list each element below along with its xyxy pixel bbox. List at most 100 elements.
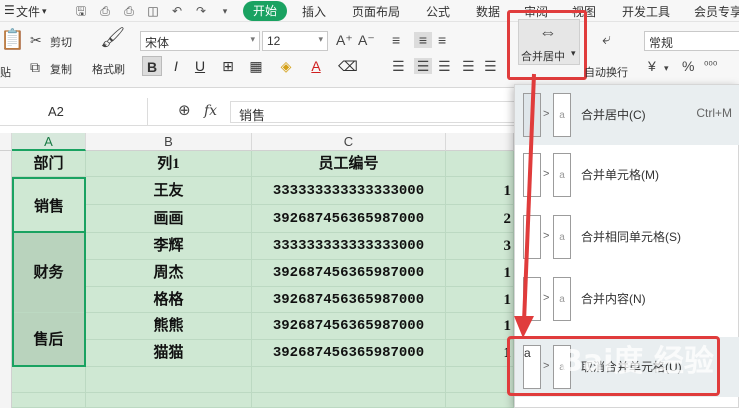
empty-cell[interactable] [446,367,514,393]
empty-cell[interactable] [252,367,446,393]
table-cell-id[interactable]: 392687456365987000 [252,313,446,340]
print-icon[interactable]: ⎙ [122,4,136,18]
distribute-icon[interactable]: ☰ [484,58,497,74]
chevron-down-icon[interactable]: ▾ [571,48,576,59]
zoom-icon[interactable]: ⊕ [178,103,191,119]
fx-button[interactable]: fx [204,103,217,119]
align-top-icon[interactable]: ≡ [392,32,400,48]
table-cell-id[interactable]: 333333333333333000 [252,177,446,205]
column-header-d[interactable] [446,133,514,151]
underline-button[interactable]: U [190,56,210,76]
merged-cell-sales[interactable]: 销售 [12,177,86,233]
chevron-down-icon[interactable]: ▾ [42,6,47,17]
table-cell-id[interactable]: 333333333333333000 [252,233,446,260]
formula-input[interactable]: 销售 [230,101,520,123]
align-bottom-icon[interactable]: ≡ [438,32,446,48]
column-header-b[interactable]: B [86,133,252,151]
eraser-icon[interactable]: ⌫ [338,56,358,76]
auto-wrap-button[interactable]: 自动换行 [584,64,628,80]
empty-cell[interactable] [12,367,86,393]
currency-button[interactable]: ¥ [648,58,656,74]
empty-cell[interactable] [86,367,252,393]
merge-center-button[interactable]: ⇔ 合并居中 ▾ [518,19,580,65]
header-col1[interactable]: 列1 [86,151,252,177]
justify-icon[interactable]: ☰ [462,58,475,74]
header-col-d[interactable] [446,151,514,177]
tab-data[interactable]: 数据 [476,3,500,20]
format-painter-button[interactable]: 格式刷 [92,61,125,77]
table-cell-d[interactable]: 1 [446,340,514,367]
export-icon[interactable]: ⎙ [98,4,112,18]
tab-page-layout[interactable]: 页面布局 [352,3,400,20]
table-cell-name[interactable]: 熊熊 [86,313,252,340]
table-cell-id[interactable]: 392687456365987000 [252,205,446,233]
font-color-icon[interactable]: A [306,56,326,76]
chevron-down-icon[interactable]: ▾ [664,60,669,76]
empty-cell[interactable] [252,393,446,408]
table-cell-name[interactable]: 画画 [86,205,252,233]
tab-formulas[interactable]: 公式 [426,3,450,20]
merged-cell-after-sales[interactable]: 售后 [12,313,86,367]
empty-cell[interactable] [86,393,252,408]
fill-color-icon[interactable]: ◈ [276,56,296,76]
percent-button[interactable]: % [682,58,694,74]
font-grow-icon[interactable]: A⁺ [336,32,353,48]
table-cell-id[interactable]: 392687456365987000 [252,287,446,313]
redo-icon[interactable]: ↷ [194,4,208,18]
table-cell-name[interactable]: 猫猫 [86,340,252,367]
italic-button[interactable]: I [166,56,186,76]
merged-cell-finance[interactable]: 财务 [12,233,86,313]
table-cell-d[interactable]: 2 [446,205,514,233]
table-cell-d[interactable]: 1 [446,177,514,205]
header-dept[interactable]: 部门 [12,151,86,177]
tab-home[interactable]: 开始 [243,1,287,21]
preview-icon[interactable]: ◫ [146,4,160,18]
border-icon[interactable]: ⊞ [218,56,238,76]
font-size-select[interactable]: 12 ▾ [262,31,328,51]
table-cell-d[interactable]: 1 [446,313,514,340]
copy-button[interactable]: 复制 [50,61,72,77]
table-cell-name[interactable]: 李辉 [86,233,252,260]
wrap-text-icon[interactable]: ⤶ [602,32,611,48]
save-icon[interactable]: 🖫 [74,4,88,18]
menu-item-merge-center[interactable]: > a 合并居中(C) Ctrl+M [515,85,739,145]
table-cell-id[interactable]: 392687456365987000 [252,260,446,287]
chevron-down-icon[interactable]: ▾ [218,4,232,18]
tab-developer[interactable]: 开发工具 [622,3,670,20]
table-cell-name[interactable]: 王友 [86,177,252,205]
table-cell-name[interactable]: 周杰 [86,260,252,287]
align-middle-icon[interactable]: ≡ [414,32,432,48]
undo-icon[interactable]: ↶ [170,4,184,18]
table-cell-id[interactable]: 392687456365987000 [252,340,446,367]
menu-item-merge-content[interactable]: > a 合并内容(N) [515,269,739,329]
bold-button[interactable]: B [142,56,162,76]
thousands-icon[interactable]: ⁰⁰⁰ [704,58,717,74]
empty-cell[interactable] [446,393,514,408]
menu-item-merge-same[interactable]: > a 合并相同单元格(S) [515,207,739,267]
column-header-a[interactable]: A [12,133,86,151]
name-box[interactable]: A2 [0,98,148,126]
format-painter-icon[interactable]: 🖌 [100,28,125,48]
paste-button[interactable]: 贴 [0,64,11,80]
paste-icon[interactable]: 📋 [0,30,25,50]
column-header-c[interactable]: C [252,133,446,151]
font-name-select[interactable]: 宋体 ▾ [140,31,260,51]
table-cell-d[interactable]: 3 [446,233,514,260]
font-shrink-icon[interactable]: A⁻ [358,32,375,48]
align-center-icon[interactable]: ☰ [414,58,432,74]
align-right-icon[interactable]: ☰ [438,58,451,74]
table-cell-name[interactable]: 格格 [86,287,252,313]
menu-file[interactable]: 文件 [16,3,40,20]
select-all-corner[interactable] [0,133,12,151]
table-cell-d[interactable]: 1 [446,287,514,313]
grid-icon[interactable]: ▦ [246,56,266,76]
align-left-icon[interactable]: ☰ [392,58,405,74]
table-cell-d[interactable]: 1 [446,260,514,287]
empty-cell[interactable] [12,393,86,408]
scissors-icon[interactable]: ✂ [30,32,42,48]
tab-member[interactable]: 会员专享 [694,3,739,20]
header-employee-id[interactable]: 员工编号 [252,151,446,177]
cut-button[interactable]: 剪切 [50,34,72,50]
copy-icon[interactable]: ⧉ [30,59,40,75]
tab-insert[interactable]: 插入 [302,3,326,20]
